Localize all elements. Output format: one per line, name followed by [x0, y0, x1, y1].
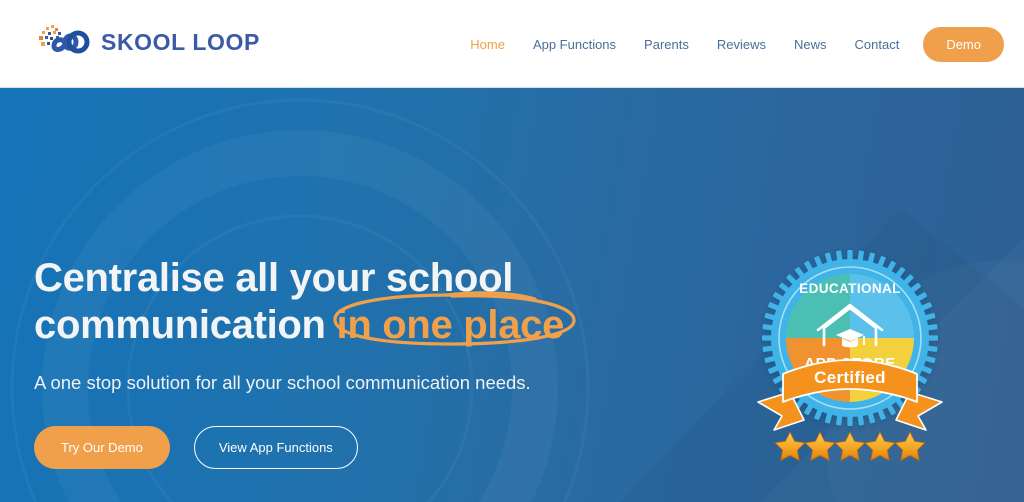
try-our-demo-button[interactable]: Try Our Demo — [34, 425, 170, 469]
hero-cta-row: Try Our Demo View App Functions — [34, 425, 634, 469]
nav-item-home[interactable]: Home — [456, 38, 519, 51]
hero-subheadline: A one stop solution for all your school … — [34, 371, 531, 393]
headline-line-2-plain: communication — [34, 302, 337, 347]
star-icon — [894, 431, 926, 462]
star-icon — [834, 431, 866, 462]
badge-ribbon-text: Certified — [814, 368, 886, 387]
nav-item-parents[interactable]: Parents — [630, 38, 703, 51]
brand-logo[interactable]: SKOOL LOOP — [34, 22, 260, 62]
star-icon — [774, 431, 806, 462]
badge-star-rating — [774, 431, 926, 462]
hero-copy: Centralise all your school communication… — [34, 255, 634, 469]
page-root: SKOOL LOOP Home App Functions Parents Re… — [0, 0, 1024, 502]
nav-item-app-functions[interactable]: App Functions — [519, 38, 630, 51]
headline-line-1: Centralise all your school — [34, 256, 514, 300]
star-icon — [804, 431, 836, 462]
badge-top-text: EDUCATIONAL — [799, 281, 901, 296]
nav-item-contact[interactable]: Contact — [841, 38, 914, 51]
hero-headline: Centralise all your school communication… — [34, 255, 634, 349]
demo-button[interactable]: Demo — [923, 26, 1004, 62]
headline-accent-phrase: in one place — [336, 302, 565, 347]
star-icon — [864, 431, 896, 462]
brand-wordmark: SKOOL LOOP — [101, 28, 260, 55]
hero-section: Centralise all your school communication… — [0, 88, 1024, 502]
educational-app-store-certified-badge: EDUCATIONAL APP STORE Certified — [744, 250, 956, 462]
site-header: SKOOL LOOP Home App Functions Parents Re… — [0, 0, 1024, 88]
certified-badge-icon: EDUCATIONAL APP STORE Certified — [757, 250, 943, 462]
nav-item-news[interactable]: News — [780, 38, 841, 51]
view-app-functions-button[interactable]: View App Functions — [193, 425, 358, 469]
infinity-pixel-logo-icon — [39, 25, 90, 54]
main-navigation: Home App Functions Parents Reviews News … — [456, 0, 1004, 88]
nav-item-reviews[interactable]: Reviews — [703, 38, 780, 51]
